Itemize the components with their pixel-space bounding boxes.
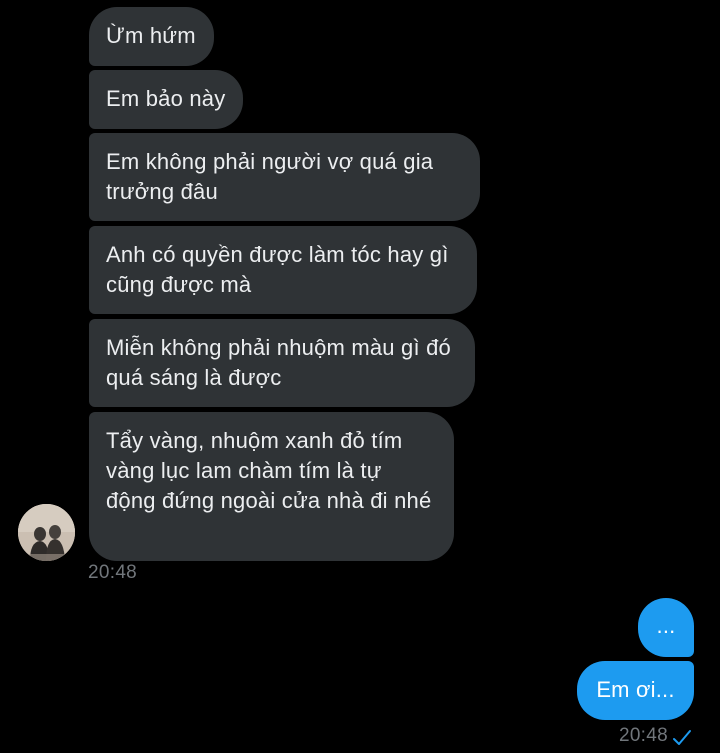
- contact-avatar[interactable]: [18, 504, 75, 561]
- outgoing-timestamp: 20:48: [618, 725, 668, 746]
- message-text: Anh có quyền được làm tóc hay gì cũng đư…: [106, 242, 449, 297]
- incoming-message[interactable]: Em bảo này: [89, 70, 244, 129]
- message-text: Em ơi...: [596, 677, 675, 702]
- message-text: Em không phải người vợ quá gia trưởng đâ…: [106, 149, 434, 204]
- read-check-icon: [673, 730, 691, 745]
- chat-thread: Ừm hứm Em bảo này Em không phải người vợ…: [0, 0, 720, 753]
- message-text: Tẩy vàng, nhuộm xanh đỏ tím vàng lục lam…: [106, 428, 432, 513]
- avatar-photo-icon: [18, 504, 75, 561]
- incoming-message[interactable]: Ừm hứm: [89, 7, 214, 66]
- message-text: Miễn không phải nhuộm màu gì đó quá sáng…: [106, 335, 451, 390]
- outgoing-message[interactable]: Em ơi...: [577, 661, 694, 720]
- incoming-message[interactable]: Tẩy vàng, nhuộm xanh đỏ tím vàng lục lam…: [89, 412, 454, 561]
- message-text: Ừm hứm: [106, 23, 196, 48]
- message-text: ...: [656, 613, 676, 638]
- outgoing-message[interactable]: ...: [638, 598, 694, 657]
- message-text: Em bảo này: [106, 86, 226, 111]
- incoming-message[interactable]: Anh có quyền được làm tóc hay gì cũng đư…: [89, 226, 477, 314]
- incoming-message[interactable]: Miễn không phải nhuộm màu gì đó quá sáng…: [89, 319, 475, 407]
- incoming-timestamp: 20:48: [88, 562, 138, 583]
- incoming-message[interactable]: Em không phải người vợ quá gia trưởng đâ…: [89, 133, 480, 221]
